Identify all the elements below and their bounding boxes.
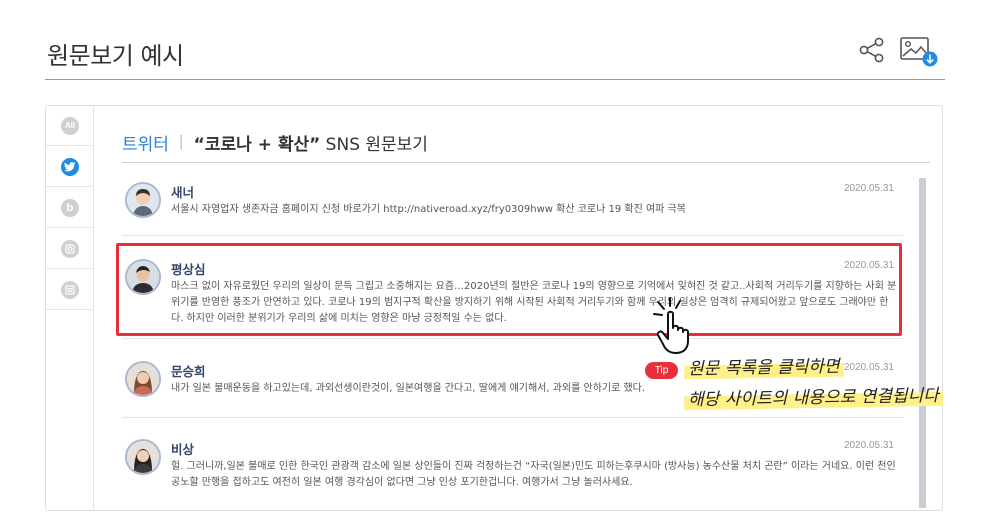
post-author: 비상	[171, 442, 195, 457]
image-download-icon[interactable]	[899, 36, 941, 68]
rail-item-twitter[interactable]	[46, 147, 94, 187]
tip-text-line1: 원문 목록을 클릭하면	[683, 351, 844, 380]
post-author: 새너	[171, 185, 195, 200]
post-text: 헐. 그러니까,일본 불매로 인한 한국인 관광객 감소에 일본 상인들이 진짜…	[171, 461, 896, 488]
all-icon: All	[61, 116, 79, 135]
rail-item-blog[interactable]: b	[46, 188, 94, 228]
search-query: “코로나 + 확산”	[193, 134, 321, 155]
tip-text-line2: 해당 사이트의 내용으로 연결됩니다	[683, 380, 944, 411]
tab-query-title: “코로나 + 확산” SNS 원문보기	[194, 130, 428, 155]
post-date: 2020.05.31	[843, 362, 894, 373]
rail-item-news[interactable]	[46, 270, 94, 310]
list-divider	[122, 417, 904, 418]
scrollbar-thumb[interactable]	[919, 178, 926, 508]
source-rail: All b	[46, 106, 94, 510]
avatar	[125, 439, 161, 475]
avatar	[125, 182, 161, 218]
twitter-icon	[61, 157, 79, 176]
source-tabbar: 트위터 | “코로나 + 확산” SNS 원문보기	[122, 130, 428, 155]
tab-twitter[interactable]: 트위터	[122, 130, 169, 155]
post-date: 2020.05.31	[843, 183, 894, 194]
pointing-hand-icon	[653, 297, 689, 354]
page-title: 원문보기 예시	[47, 42, 184, 70]
tab-separator: |	[178, 134, 184, 150]
list-divider	[122, 235, 904, 236]
rail-item-all[interactable]: All	[46, 106, 94, 146]
highlight-box	[116, 243, 902, 336]
instagram-icon	[61, 239, 79, 258]
header-divider	[45, 79, 945, 80]
tab-divider	[122, 162, 930, 163]
post-text: 서울시 자영업자 생존자금 홈페이지 신청 바로가기 http://native…	[171, 204, 686, 215]
share-icon[interactable]	[858, 37, 886, 63]
news-icon	[61, 280, 79, 299]
tip-badge: Tip	[645, 362, 678, 379]
blog-icon: b	[61, 198, 79, 217]
tab-suffix: SNS 원문보기	[320, 134, 428, 155]
avatar	[125, 361, 161, 397]
list-item[interactable]: 비상 2020.05.31 헐. 그러니까,일본 불매로 인한 한국인 관광객 …	[122, 439, 904, 497]
post-author: 문승희	[171, 364, 206, 379]
list-divider	[122, 338, 904, 339]
post-date: 2020.05.31	[843, 440, 894, 451]
list-item[interactable]: 새너 2020.05.31 서울시 자영업자 생존자금 홈페이지 신청 바로가기…	[122, 182, 904, 232]
rail-item-instagram[interactable]	[46, 229, 94, 269]
